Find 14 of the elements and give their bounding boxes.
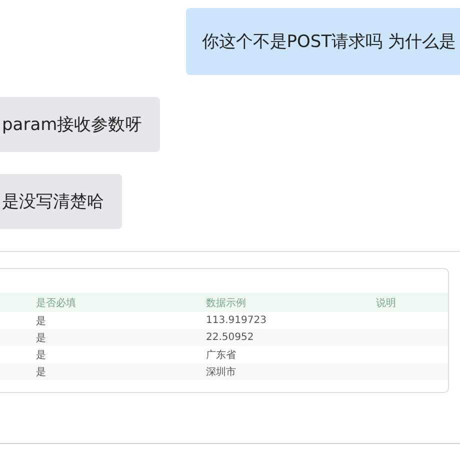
table-cell-text: 是 bbox=[36, 314, 47, 328]
column-header: 是否必填 bbox=[36, 296, 77, 310]
table-cell-text: 是 bbox=[36, 366, 47, 378]
table-cell-text: 广东省 bbox=[206, 348, 237, 362]
table-cell-text: 22.50952 bbox=[206, 332, 255, 343]
column-header: 说明 bbox=[376, 296, 397, 310]
table-cell-text: 是 bbox=[36, 348, 47, 362]
message-bubble: 你这个不是POST请求吗 为什么是 bbox=[186, 8, 460, 75]
table-cell-text: 深圳市 bbox=[206, 366, 237, 378]
message-bubble: param接收参数呀 bbox=[0, 97, 160, 152]
column-header: 数据示例 bbox=[206, 296, 247, 310]
message-bubble: 是没写清楚哈 bbox=[0, 174, 122, 229]
table-cell-text: 是 bbox=[36, 332, 47, 344]
table-cell-text: 113.919723 bbox=[206, 315, 268, 326]
